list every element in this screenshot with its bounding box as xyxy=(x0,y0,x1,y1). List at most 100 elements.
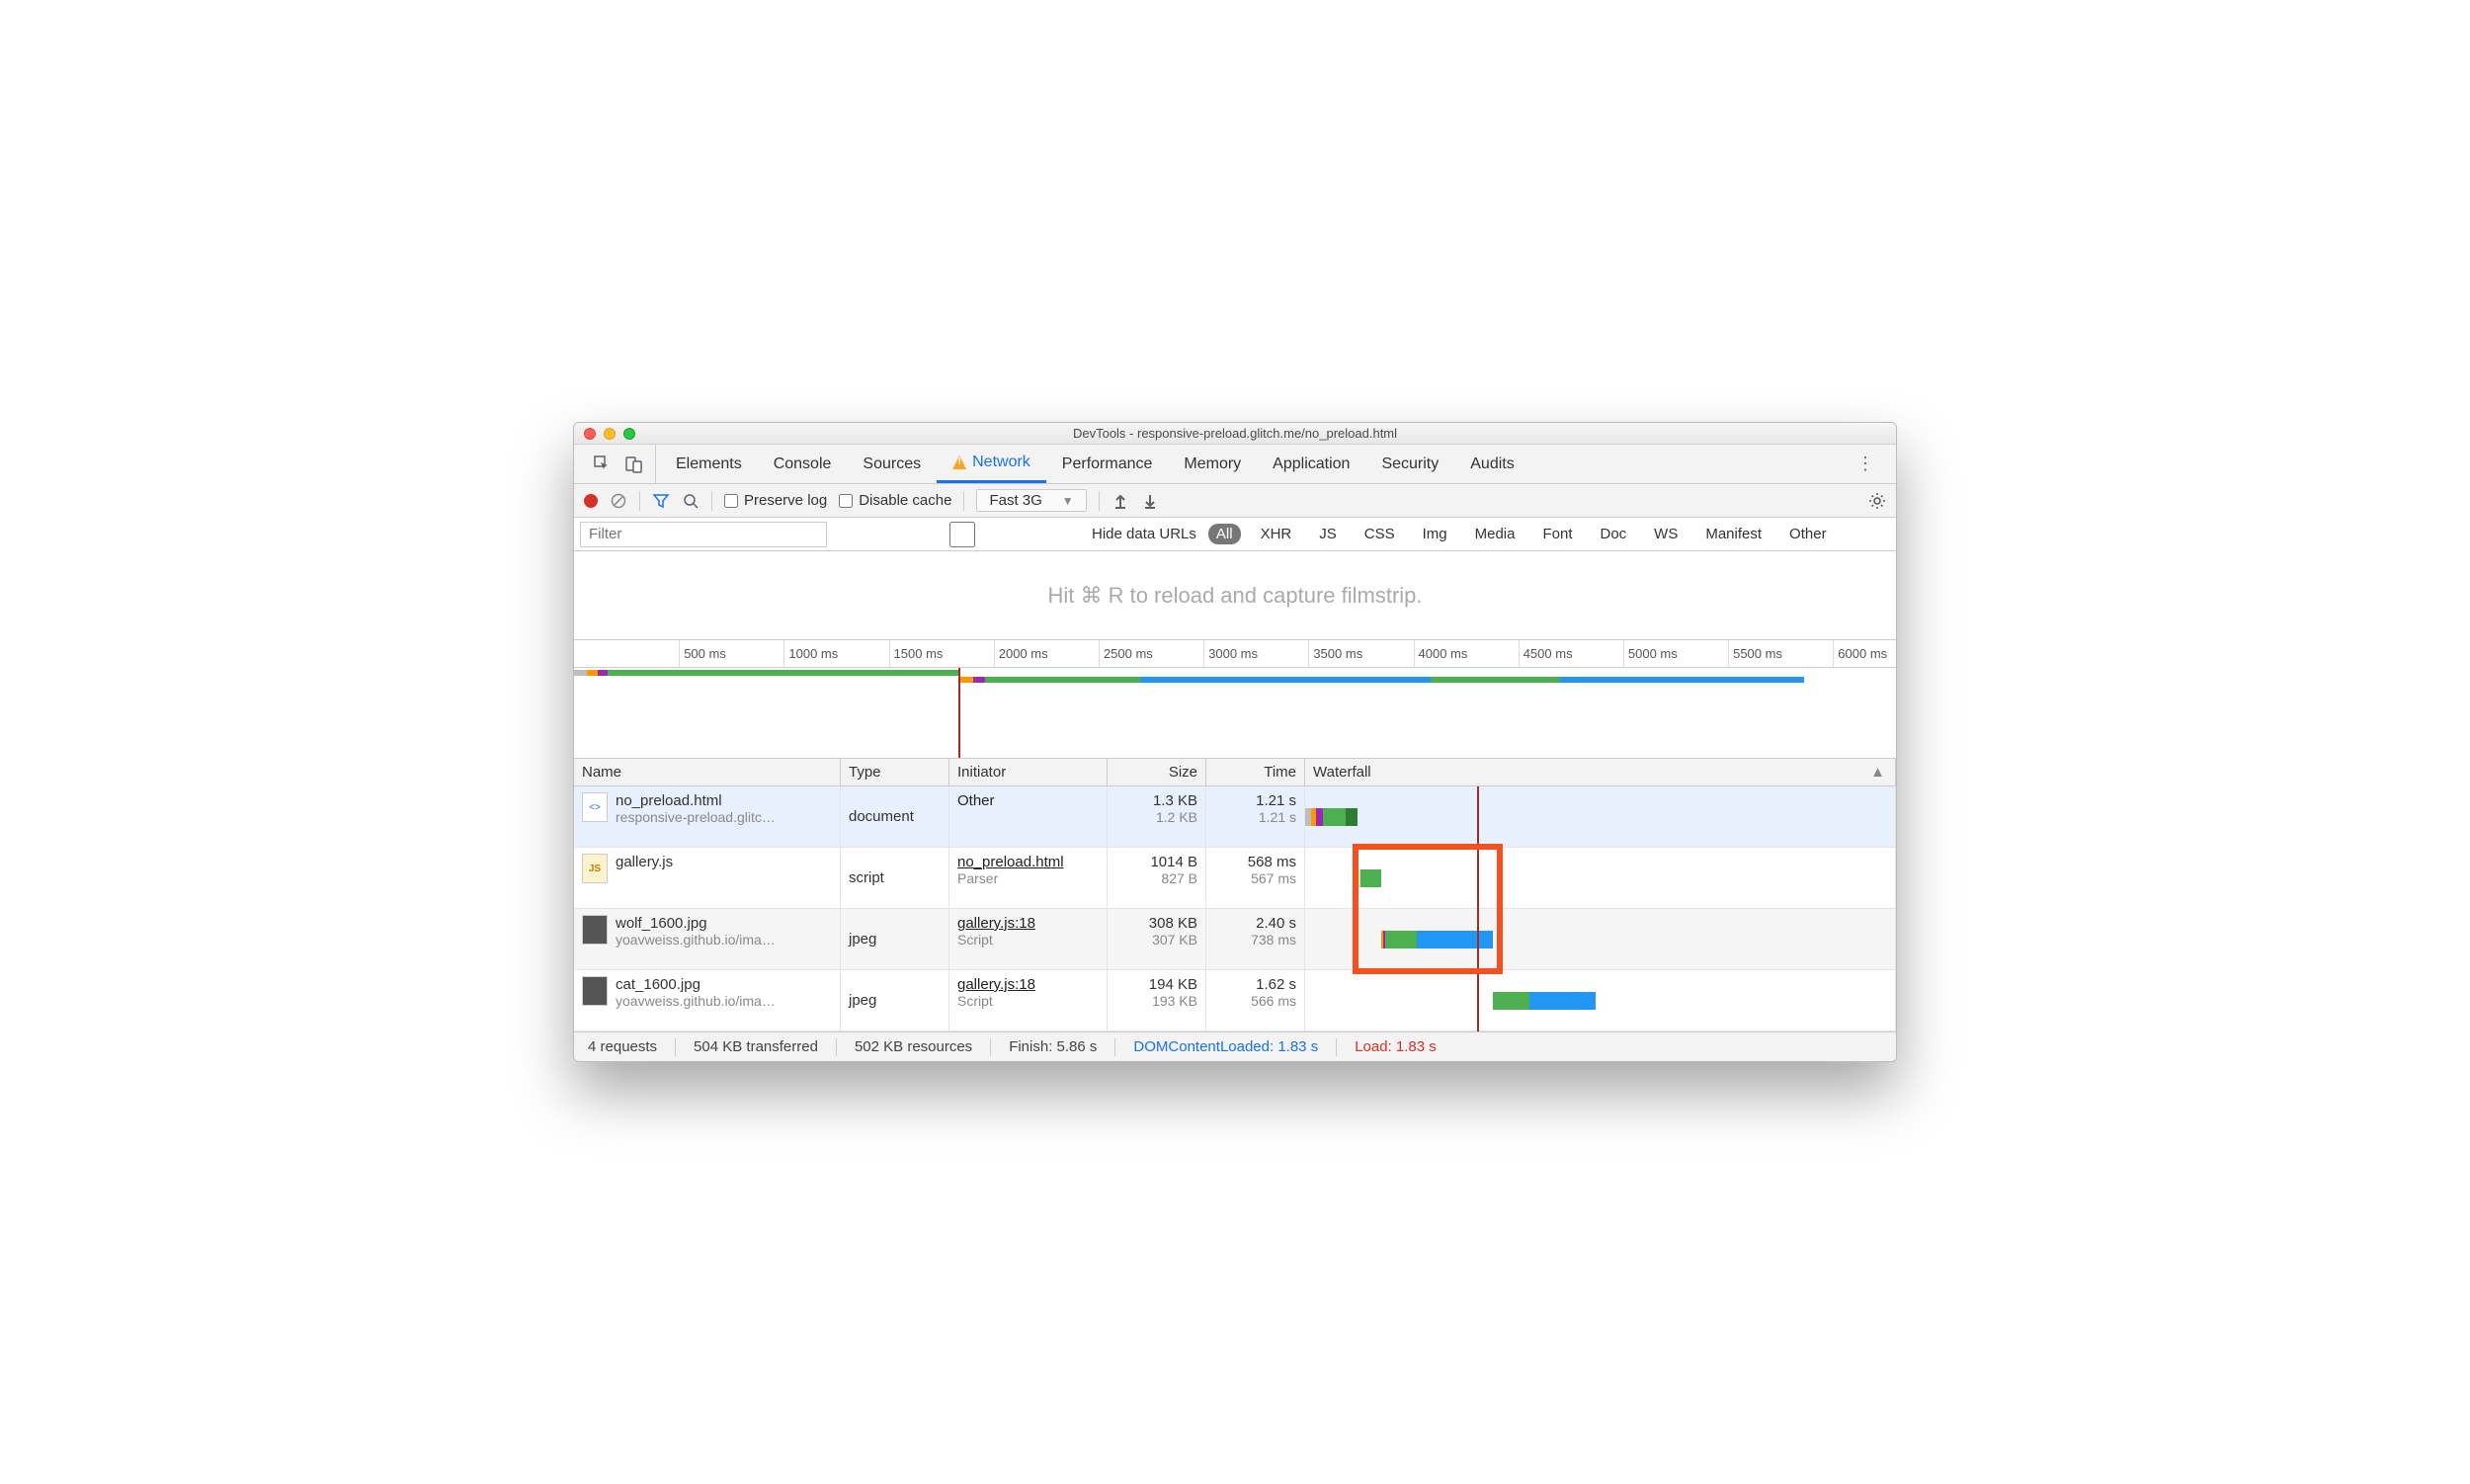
tab-label: Security xyxy=(1381,455,1439,473)
ruler-tick: 4000 ms xyxy=(1414,640,1468,667)
request-time: 1.62 s xyxy=(1214,976,1296,993)
request-type: script xyxy=(841,848,949,908)
filter-icon[interactable] xyxy=(652,492,670,510)
request-row[interactable]: cat_1600.jpgyoavweiss.github.io/ima…jpeg… xyxy=(574,970,1896,1031)
search-icon[interactable] xyxy=(682,492,700,510)
panel-tabs: ElementsConsole Sources Network Performance… xyxy=(574,445,1896,484)
preserve-log-checkbox[interactable]: Preserve log xyxy=(724,492,827,509)
col-size[interactable]: Size xyxy=(1108,759,1206,785)
tab-security[interactable]: Security xyxy=(1365,445,1454,483)
request-name: no_preload.html xyxy=(616,792,776,809)
filter-type-css[interactable]: CSS xyxy=(1357,524,1403,544)
device-toggle-icon[interactable] xyxy=(625,455,643,473)
clear-icon[interactable] xyxy=(610,492,627,510)
request-size: 1.3 KB xyxy=(1115,792,1197,809)
overview-segment xyxy=(587,670,599,676)
throttling-select[interactable]: Fast 3G ▼ xyxy=(976,489,1086,512)
ruler-tick: 5000 ms xyxy=(1623,640,1678,667)
tab-label: Performance xyxy=(1062,455,1153,473)
request-initiator[interactable]: no_preload.html xyxy=(957,854,1099,870)
filter-input[interactable] xyxy=(580,522,827,547)
overview-segment xyxy=(985,677,1140,683)
tab-audits[interactable]: Audits xyxy=(1454,445,1529,483)
request-initiator[interactable]: gallery.js:18 xyxy=(957,976,1099,993)
col-type[interactable]: Type xyxy=(841,759,949,785)
hide-data-urls-checkbox[interactable]: Hide data URLs xyxy=(839,522,1196,547)
ruler-tick: 500 ms xyxy=(679,640,726,667)
initiator-type: Script xyxy=(957,993,1099,1009)
waterfall-segment xyxy=(1529,992,1595,1010)
initiator-type: Parser xyxy=(957,870,1099,886)
filter-type-ws[interactable]: WS xyxy=(1646,524,1686,544)
filter-type-js[interactable]: JS xyxy=(1311,524,1345,544)
request-row[interactable]: <>no_preload.htmlresponsive-preload.glit… xyxy=(574,786,1896,848)
overview-segment xyxy=(973,677,986,683)
upload-har-icon[interactable] xyxy=(1112,492,1129,510)
request-row[interactable]: JSgallery.jsscriptno_preload.htmlParser1… xyxy=(574,848,1896,909)
tab-elements[interactable]: Elements xyxy=(660,445,758,483)
table-header: Name Type Initiator Size Time Waterfall▲ xyxy=(574,759,1896,786)
settings-icon[interactable] xyxy=(1868,492,1886,510)
request-latency: 566 ms xyxy=(1214,993,1296,1009)
request-row[interactable]: wolf_1600.jpgyoavweiss.github.io/ima…jpe… xyxy=(574,909,1896,970)
ruler-tick: 4500 ms xyxy=(1519,640,1573,667)
request-time: 568 ms xyxy=(1214,854,1296,870)
tab-label: Sources xyxy=(863,455,921,473)
initiator-type: Script xyxy=(957,932,1099,948)
request-size-content: 827 B xyxy=(1115,870,1197,886)
request-host: responsive-preload.glitc… xyxy=(616,809,776,825)
overview-segment xyxy=(608,670,828,676)
filter-bar: Hide data URLs All XHR JS CSS Img Media Font Do… xyxy=(574,518,1896,551)
filter-type-manifest[interactable]: Manifest xyxy=(1697,524,1770,544)
disable-cache-checkbox[interactable]: Disable cache xyxy=(839,492,951,509)
status-transferred: 504 KB transferred xyxy=(694,1038,818,1055)
filter-type-all[interactable]: All xyxy=(1208,524,1241,544)
overview-segment xyxy=(958,677,973,683)
tab-network[interactable]: Network xyxy=(937,445,1046,483)
more-icon[interactable]: ⋮ xyxy=(1843,453,1888,474)
request-type: document xyxy=(841,786,949,847)
preserve-log-label: Preserve log xyxy=(744,492,827,509)
request-size: 308 KB xyxy=(1115,915,1197,932)
filter-type-media[interactable]: Media xyxy=(1467,524,1523,544)
col-name[interactable]: Name xyxy=(574,759,841,785)
request-size: 194 KB xyxy=(1115,976,1197,993)
request-name: cat_1600.jpg xyxy=(616,976,776,993)
request-size-content: 1.2 KB xyxy=(1115,809,1197,825)
request-initiator[interactable]: gallery.js:18 xyxy=(957,915,1099,932)
filter-type-font[interactable]: Font xyxy=(1534,524,1580,544)
request-latency: 1.21 s xyxy=(1214,809,1296,825)
record-icon[interactable] xyxy=(584,494,598,508)
overview-segment xyxy=(858,670,958,676)
tab-performance[interactable]: Performance xyxy=(1046,445,1169,483)
filter-type-xhr[interactable]: XHR xyxy=(1253,524,1300,544)
waterfall-cell xyxy=(1305,786,1896,847)
status-resources: 502 KB resources xyxy=(855,1038,972,1055)
request-type: jpeg xyxy=(841,970,949,1031)
hide-data-urls-label: Hide data URLs xyxy=(1092,526,1196,542)
request-latency: 738 ms xyxy=(1214,932,1296,948)
overview-segment xyxy=(1140,677,1461,683)
inspect-icon[interactable] xyxy=(594,455,612,473)
overview-timeline[interactable]: 500 ms1000 ms1500 ms2000 ms2500 ms3000 m… xyxy=(574,640,1896,759)
status-finish: Finish: 5.86 s xyxy=(1009,1038,1097,1055)
load-event-line xyxy=(1477,786,1479,1031)
tab-application[interactable]: Application xyxy=(1257,445,1365,483)
devtools-window: DevTools - responsive-preload.glitch.me/… xyxy=(573,422,1897,1062)
filter-type-other[interactable]: Other xyxy=(1781,524,1835,544)
request-time: 2.40 s xyxy=(1214,915,1296,932)
col-time[interactable]: Time xyxy=(1206,759,1305,785)
tab-label: Audits xyxy=(1470,455,1514,473)
sort-asc-icon: ▲ xyxy=(1870,764,1885,781)
waterfall-segment xyxy=(1316,808,1324,826)
filter-type-doc[interactable]: Doc xyxy=(1592,524,1634,544)
tab-memory[interactable]: Memory xyxy=(1168,445,1257,483)
filter-type-img[interactable]: Img xyxy=(1415,524,1455,544)
col-waterfall[interactable]: Waterfall▲ xyxy=(1305,759,1896,785)
tab-sources[interactable]: Sources xyxy=(847,445,937,483)
download-har-icon[interactable] xyxy=(1141,492,1159,510)
tab-console[interactable]: Console xyxy=(758,445,848,483)
ruler-tick: 5500 ms xyxy=(1728,640,1782,667)
col-initiator[interactable]: Initiator xyxy=(949,759,1108,785)
chevron-down-icon: ▼ xyxy=(1062,494,1074,508)
